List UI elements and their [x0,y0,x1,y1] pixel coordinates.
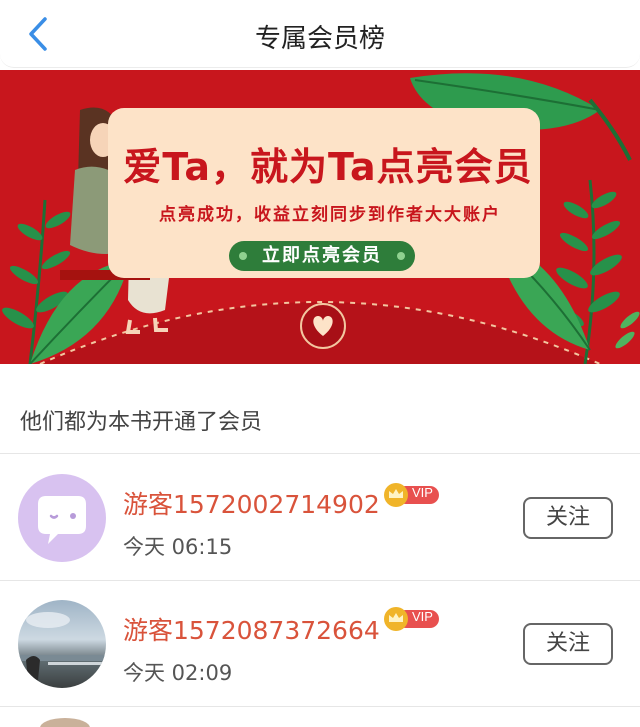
promo-banner[interactable]: 爱Ta，就为Ta点亮会员 点亮成功，收益立刻同步到作者大大账户 立即点亮会员 [0,70,640,364]
photo-avatar-icon [18,612,106,680]
member-name: 游客1572002714902 [123,490,380,519]
light-up-membership-button[interactable]: 立即点亮会员 [229,241,415,271]
follow-button[interactable]: 关注 [523,497,613,539]
member-name: 游客1572087372664 [123,616,380,645]
avatar[interactable] [40,718,90,727]
members-section-header: 他们都为本书开通了会员 [0,366,640,454]
vip-badge-label: VIP [412,485,433,500]
decor-dot [397,252,405,260]
banner-subtitle: 点亮成功，收益立刻同步到作者大大账户 [159,205,501,225]
top-navbar: 专属会员榜 [0,0,640,68]
avatar[interactable] [18,600,106,688]
vip-badge-label: VIP [412,609,433,624]
member-row[interactable]: 游客1572087372664 VIP 今天 02:09 关注 [0,581,640,707]
avatar[interactable] [18,474,106,562]
decor-dot [239,252,247,260]
cta-label: 立即点亮会员 [262,245,382,266]
member-time: 今天 06:15 [123,535,233,559]
follow-button[interactable]: 关注 [523,623,613,665]
chat-bubble-icon [38,496,86,544]
banner-title: 爱Ta，就为Ta点亮会员 [123,145,533,189]
member-time: 今天 02:09 [123,661,233,685]
section-label: 他们都为本书开通了会员 [20,410,263,435]
member-row[interactable]: 游客1572002714902 VIP 今天 06:15 关注 [0,455,640,581]
page-title: 专属会员榜 [254,24,385,54]
